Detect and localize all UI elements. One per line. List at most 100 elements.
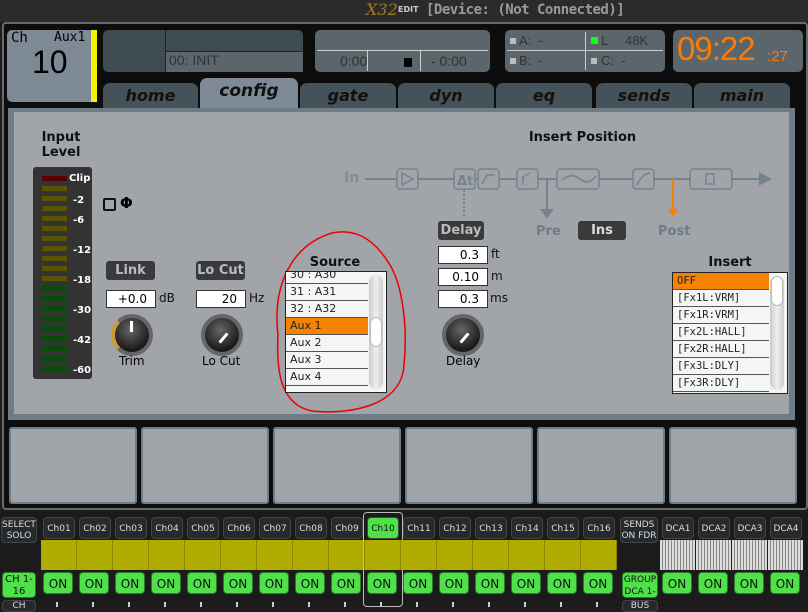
on-button[interactable]: ON — [331, 572, 361, 594]
on-button[interactable]: ON — [295, 572, 325, 594]
ch-next-button[interactable]: CH — [2, 600, 36, 612]
list-item[interactable]: OFF — [673, 273, 769, 290]
select-solo-button[interactable]: SELECT SOLO — [1, 517, 37, 543]
meter-segment — [42, 366, 67, 371]
channel-select-ch03[interactable]: Ch03 — [115, 517, 147, 539]
channel-select-ch05[interactable]: Ch05 — [187, 517, 219, 539]
on-button[interactable]: ON — [583, 572, 613, 594]
fader-icon — [380, 602, 382, 607]
on-button[interactable]: ON — [187, 572, 217, 594]
list-item[interactable]: [Fx1R:VRM] — [673, 307, 769, 324]
scribble-strip — [149, 540, 185, 570]
tab-dyn[interactable]: dyn — [398, 83, 494, 109]
channel-select-ch02[interactable]: Ch02 — [79, 517, 111, 539]
list-item[interactable]: [Fx2R:HALL] — [673, 341, 769, 358]
bus-button[interactable]: BUS — [622, 600, 658, 612]
meter-segment — [42, 326, 67, 331]
phase-invert-checkbox[interactable] — [103, 198, 116, 211]
on-button[interactable]: ON — [403, 572, 433, 594]
ins-button[interactable]: Ins — [578, 221, 626, 240]
tab-main[interactable]: main — [694, 83, 790, 109]
channel-select-ch04[interactable]: Ch04 — [151, 517, 183, 539]
channel-select-ch09[interactable]: Ch09 — [331, 517, 363, 539]
pre-label[interactable]: Pre — [536, 224, 561, 239]
source-scrollbar[interactable] — [369, 275, 383, 389]
scroll-thumb[interactable] — [771, 276, 783, 306]
tab-config[interactable]: config — [200, 78, 298, 109]
list-item[interactable]: [Fx3R:DLY] — [673, 375, 769, 392]
lock-label: L — [601, 33, 609, 48]
on-button[interactable]: ON — [367, 572, 397, 594]
scribble-strip — [509, 540, 545, 570]
on-button[interactable]: ON — [511, 572, 541, 594]
sends-on-fader-button[interactable]: SENDS ON FDR — [620, 517, 658, 543]
on-button[interactable]: ON — [43, 572, 73, 594]
on-button[interactable]: ON — [547, 572, 577, 594]
delay-m-field[interactable]: 0.10 — [438, 268, 488, 286]
list-item[interactable]: Aux 4 — [286, 369, 368, 386]
channel-select-ch12[interactable]: Ch12 — [439, 517, 471, 539]
app-logo-edit: EDIT — [398, 5, 419, 14]
trim-field[interactable]: +0.0 — [106, 290, 156, 308]
ch-bank-button[interactable]: CH 1-16 — [2, 572, 36, 598]
delay-button[interactable]: Delay — [438, 221, 484, 240]
scribble-strip — [401, 540, 437, 570]
on-button[interactable]: ON — [662, 572, 692, 594]
stop-icon[interactable] — [404, 58, 412, 67]
link-button[interactable]: Link — [106, 261, 155, 280]
delay-knob[interactable] — [442, 314, 484, 356]
post-label[interactable]: Post — [658, 224, 690, 239]
channel-select-ch11[interactable]: Ch11 — [403, 517, 435, 539]
channel-select-ch15[interactable]: Ch15 — [547, 517, 579, 539]
delay-ft-field[interactable]: 0.3 — [438, 246, 488, 264]
channel-select-ch07[interactable]: Ch07 — [259, 517, 291, 539]
channel-select-ch10[interactable]: Ch10 — [367, 517, 399, 539]
group-dca-button[interactable]: GROUP DCA 1-8 — [622, 572, 658, 609]
on-button[interactable]: ON — [439, 572, 469, 594]
list-item[interactable]: Aux 2 — [286, 335, 368, 352]
locut-knob[interactable] — [201, 314, 243, 356]
on-button[interactable]: ON — [734, 572, 764, 594]
on-button[interactable]: ON — [79, 572, 109, 594]
tab-home[interactable]: home — [103, 83, 198, 109]
on-button[interactable]: ON — [698, 572, 728, 594]
channel-select-ch13[interactable]: Ch13 — [475, 517, 507, 539]
usb-a-status: A: - — [519, 33, 543, 48]
dca-select-2[interactable]: DCA2 — [698, 517, 730, 539]
on-button[interactable]: ON — [770, 572, 800, 594]
delay-ms-field[interactable]: 0.3 — [438, 290, 488, 308]
dca-select-4[interactable]: DCA4 — [770, 517, 802, 539]
insert-scrollbar[interactable] — [770, 276, 784, 390]
list-item[interactable]: [Fx1L:VRM] — [673, 290, 769, 307]
list-item[interactable]: 30 : A30 — [286, 272, 368, 284]
on-button[interactable]: ON — [475, 572, 505, 594]
locut-field[interactable]: 20 — [196, 290, 246, 308]
channel-select-ch08[interactable]: Ch08 — [295, 517, 327, 539]
on-button[interactable]: ON — [151, 572, 181, 594]
list-item[interactable]: [Fx3L:DLY] — [673, 358, 769, 375]
insert-list[interactable]: OFF [Fx1L:VRM] [Fx1R:VRM] [Fx2L:HALL] [Fx2R:… — [672, 272, 788, 394]
tab-sends[interactable]: sends — [596, 83, 692, 109]
tab-eq[interactable]: eq — [496, 83, 592, 109]
list-item[interactable]: 31 : A31 — [286, 284, 368, 301]
channel-select-ch06[interactable]: Ch06 — [223, 517, 255, 539]
list-item[interactable]: 32 : A32 — [286, 301, 368, 318]
meter-segment — [42, 216, 67, 221]
on-button[interactable]: ON — [259, 572, 289, 594]
tab-gate[interactable]: gate — [300, 83, 396, 109]
scroll-thumb[interactable] — [370, 317, 382, 347]
channel-select-ch16[interactable]: Ch16 — [583, 517, 615, 539]
list-item[interactable]: [Fx2L:HALL] — [673, 324, 769, 341]
on-button[interactable]: ON — [223, 572, 253, 594]
list-item[interactable]: Aux 1 — [286, 318, 368, 335]
locut-button[interactable]: Lo Cut — [196, 261, 245, 280]
on-button[interactable]: ON — [115, 572, 145, 594]
dca-select-3[interactable]: DCA3 — [734, 517, 766, 539]
trim-knob[interactable] — [111, 314, 153, 356]
list-item[interactable]: Aux 3 — [286, 352, 368, 369]
scribble-strip — [437, 540, 473, 570]
channel-select-ch14[interactable]: Ch14 — [511, 517, 543, 539]
channel-select-ch01[interactable]: Ch01 — [43, 517, 75, 539]
dca-select-1[interactable]: DCA1 — [662, 517, 694, 539]
source-list[interactable]: 30 : A30 31 : A31 32 : A32 Aux 1 Aux 2 Aux 3A… — [285, 271, 387, 393]
